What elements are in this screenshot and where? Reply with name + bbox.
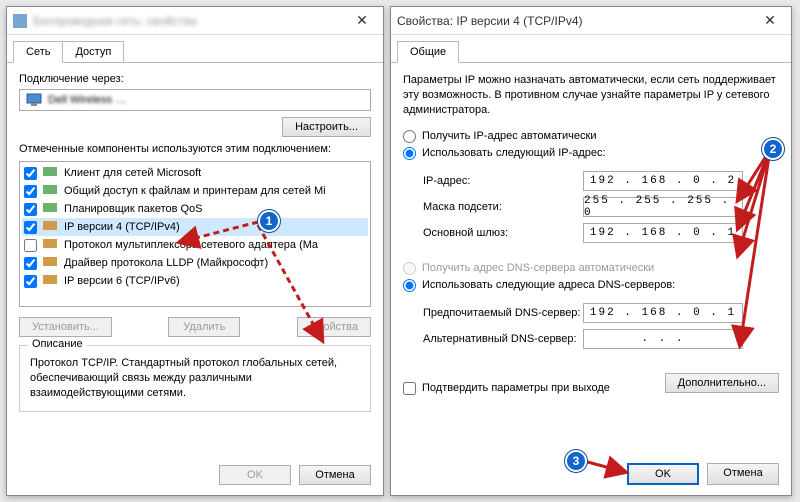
ok-button-right[interactable]: OK bbox=[627, 463, 699, 485]
component-icon bbox=[42, 202, 58, 216]
component-icon bbox=[42, 166, 58, 180]
tabstrip-right: Общие bbox=[391, 37, 791, 63]
advanced-button[interactable]: Дополнительно... bbox=[665, 373, 779, 393]
install-button[interactable]: Установить... bbox=[19, 317, 112, 337]
tab-network[interactable]: Сеть bbox=[13, 41, 63, 63]
close-icon[interactable]: ✕ bbox=[755, 12, 785, 29]
ip-address-input[interactable]: 192 . 168 . 0 . 2 bbox=[583, 171, 743, 191]
list-item[interactable]: Клиент для сетей Microsoft bbox=[22, 164, 368, 182]
components-label: Отмеченные компоненты используются этим … bbox=[19, 143, 371, 155]
component-icon bbox=[42, 184, 58, 198]
component-checkbox[interactable] bbox=[24, 221, 37, 234]
radio-ip-auto-input[interactable] bbox=[403, 130, 416, 143]
close-icon[interactable]: ✕ bbox=[347, 12, 377, 29]
dns-alt-label: Альтернативный DNS-сервер: bbox=[423, 333, 583, 345]
window-title: Беспроводная сеть: свойства bbox=[33, 14, 347, 28]
network-properties-dialog: Беспроводная сеть: свойства ✕ Сеть Досту… bbox=[6, 6, 384, 496]
list-item[interactable]: Драйвер протокола LLDP (Майкрософт) bbox=[22, 254, 368, 272]
radio-ip-manual-input[interactable] bbox=[403, 147, 416, 160]
titlebar-right: Свойства: IP версии 4 (TCP/IPv4) ✕ bbox=[391, 7, 791, 35]
component-checkbox[interactable] bbox=[24, 185, 37, 198]
confirm-on-exit-checkbox[interactable] bbox=[403, 382, 416, 395]
tab-general[interactable]: Общие bbox=[397, 41, 459, 63]
description-group: Описание Протокол TCP/IP. Стандартный пр… bbox=[19, 345, 371, 412]
cancel-button-left[interactable]: Отмена bbox=[299, 465, 371, 485]
confirm-on-exit-row[interactable]: Подтвердить параметры при выходе bbox=[403, 382, 610, 395]
uninstall-button[interactable]: Удалить bbox=[168, 317, 240, 337]
components-list[interactable]: Клиент для сетей Microsoft Общий доступ … bbox=[19, 161, 371, 307]
ipv4-properties-dialog: Свойства: IP версии 4 (TCP/IPv4) ✕ Общие… bbox=[390, 6, 792, 496]
subnet-mask-input[interactable]: 255 . 255 . 255 . 0 bbox=[583, 197, 743, 217]
dns-pref-input[interactable]: 192 . 168 . 0 . 1 bbox=[583, 303, 743, 323]
tab-access[interactable]: Доступ bbox=[62, 41, 124, 62]
ok-button-left[interactable]: OK bbox=[219, 465, 291, 485]
properties-button[interactable]: Свойства bbox=[297, 317, 371, 337]
tabstrip-left: Сеть Доступ bbox=[7, 37, 383, 63]
app-icon bbox=[13, 14, 27, 28]
list-item[interactable]: IP версии 6 (TCP/IPv6) bbox=[22, 272, 368, 290]
titlebar-left: Беспроводная сеть: свойства ✕ bbox=[7, 7, 383, 35]
component-checkbox[interactable] bbox=[24, 257, 37, 270]
adapter-field[interactable]: Dell Wireless … bbox=[19, 89, 371, 111]
list-item[interactable]: Планировщик пакетов QoS bbox=[22, 200, 368, 218]
ip-address-label: IP-адрес: bbox=[423, 175, 583, 187]
description-text: Протокол TCP/IP. Стандартный протокол гл… bbox=[30, 356, 360, 401]
adapter-text: Dell Wireless … bbox=[48, 94, 126, 106]
configure-button[interactable]: Настроить... bbox=[282, 117, 371, 137]
component-checkbox[interactable] bbox=[24, 203, 37, 216]
radio-dns-auto-input bbox=[403, 262, 416, 275]
component-icon bbox=[42, 238, 58, 252]
help-text: Параметры IP можно назначать автоматичес… bbox=[403, 73, 779, 118]
gateway-label: Основной шлюз: bbox=[423, 227, 583, 239]
subnet-mask-label: Маска подсети: bbox=[423, 201, 583, 213]
component-checkbox[interactable] bbox=[24, 239, 37, 252]
gateway-input[interactable]: 192 . 168 . 0 . 1 bbox=[583, 223, 743, 243]
radio-dns-auto: Получить адрес DNS-сервера автоматически bbox=[403, 262, 779, 275]
radio-ip-manual[interactable]: Использовать следующий IP-адрес: bbox=[403, 147, 779, 160]
list-item[interactable]: Протокол мультиплексора сетевого адаптер… bbox=[22, 236, 368, 254]
component-icon bbox=[42, 220, 58, 234]
dns-alt-input[interactable]: . . . bbox=[583, 329, 743, 349]
window-title-right: Свойства: IP версии 4 (TCP/IPv4) bbox=[397, 14, 755, 28]
radio-dns-manual[interactable]: Использовать следующие адреса DNS-сервер… bbox=[403, 279, 779, 292]
list-item[interactable]: Общий доступ к файлам и принтерам для се… bbox=[22, 182, 368, 200]
connect-via-label: Подключение через: bbox=[19, 73, 371, 85]
adapter-icon bbox=[26, 93, 42, 107]
radio-dns-manual-input[interactable] bbox=[403, 279, 416, 292]
component-icon bbox=[42, 256, 58, 270]
cancel-button-right[interactable]: Отмена bbox=[707, 463, 779, 485]
component-icon bbox=[42, 274, 58, 288]
component-checkbox[interactable] bbox=[24, 275, 37, 288]
radio-ip-auto[interactable]: Получить IP-адрес автоматически bbox=[403, 130, 779, 143]
dns-pref-label: Предпочитаемый DNS-сервер: bbox=[423, 307, 583, 319]
list-item-ipv4[interactable]: IP версии 4 (TCP/IPv4) bbox=[22, 218, 368, 236]
component-checkbox[interactable] bbox=[24, 167, 37, 180]
description-title: Описание bbox=[28, 338, 87, 350]
